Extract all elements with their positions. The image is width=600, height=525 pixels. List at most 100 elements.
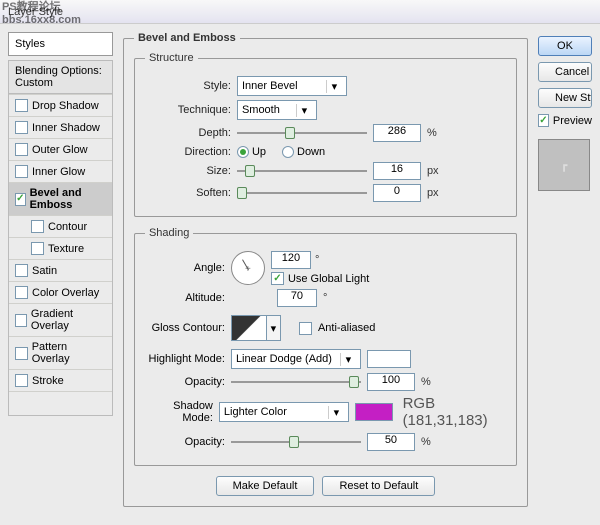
antialias-label: Anti-aliased bbox=[318, 322, 375, 334]
fx-item-texture[interactable]: Texture bbox=[9, 237, 112, 259]
angle-input[interactable]: 120 bbox=[271, 251, 311, 269]
fx-item-outer-glow[interactable]: Outer Glow bbox=[9, 138, 112, 160]
fx-label: Texture bbox=[48, 243, 84, 255]
preview-thumbnail: ┏ bbox=[538, 139, 590, 191]
chevron-down-icon: ▾ bbox=[328, 406, 344, 419]
technique-label: Technique: bbox=[145, 104, 231, 116]
reset-default-button[interactable]: Reset to Default bbox=[322, 476, 435, 496]
global-light-checkbox[interactable] bbox=[271, 272, 284, 285]
shadow-opacity-slider[interactable] bbox=[231, 435, 361, 449]
highlight-color-swatch[interactable] bbox=[367, 350, 411, 368]
fx-label: Inner Shadow bbox=[32, 122, 100, 134]
fx-label: Bevel and Emboss bbox=[30, 187, 106, 211]
shadow-opacity-input[interactable]: 50 bbox=[367, 433, 415, 451]
shadow-mode-dropdown[interactable]: Lighter Color▾ bbox=[219, 402, 349, 422]
size-label: Size: bbox=[145, 165, 231, 177]
fx-checkbox[interactable] bbox=[31, 220, 44, 233]
preview-label: Preview bbox=[553, 115, 592, 127]
angle-label: Angle: bbox=[145, 262, 225, 274]
style-dropdown[interactable]: Inner Bevel▾ bbox=[237, 76, 347, 96]
rgb-annotation: RGB (181,31,183) bbox=[403, 395, 506, 429]
highlight-opacity-label: Opacity: bbox=[145, 376, 225, 388]
antialias-checkbox[interactable] bbox=[299, 322, 312, 335]
chevron-down-icon: ▾ bbox=[340, 353, 356, 366]
direction-down-radio[interactable]: Down bbox=[282, 146, 325, 158]
fx-label: Contour bbox=[48, 221, 87, 233]
fx-checkbox[interactable] bbox=[15, 99, 28, 112]
chevron-down-icon[interactable]: ▾ bbox=[267, 315, 281, 341]
fx-label: Drop Shadow bbox=[32, 100, 99, 112]
bevel-emboss-group: Bevel and Emboss Structure Style: Inner … bbox=[123, 32, 528, 507]
fx-item-gradient-overlay[interactable]: Gradient Overlay bbox=[9, 303, 112, 336]
titlebar[interactable]: Layer Style bbox=[0, 0, 600, 24]
radio-on-icon bbox=[237, 146, 249, 158]
chevron-down-icon: ▾ bbox=[326, 80, 342, 93]
direction-label: Direction: bbox=[145, 146, 231, 158]
fx-checkbox[interactable] bbox=[15, 374, 28, 387]
preview-toggle[interactable]: Preview bbox=[538, 114, 592, 127]
shadow-color-swatch[interactable] bbox=[355, 403, 393, 421]
shadow-mode-label: Shadow Mode: bbox=[145, 400, 213, 424]
fx-label: Color Overlay bbox=[32, 287, 99, 299]
fx-label: Inner Glow bbox=[32, 166, 85, 178]
fx-checkbox[interactable] bbox=[15, 193, 26, 206]
soften-slider[interactable] bbox=[237, 186, 367, 200]
styles-header[interactable]: Styles bbox=[8, 32, 113, 56]
depth-input[interactable]: 286 bbox=[373, 124, 421, 142]
chevron-down-icon: ▾ bbox=[296, 104, 312, 117]
structure-group: Structure Style: Inner Bevel▾ Technique:… bbox=[134, 52, 517, 217]
angle-dial[interactable] bbox=[231, 251, 265, 285]
fx-checkbox[interactable] bbox=[15, 314, 27, 327]
fx-label: Stroke bbox=[32, 375, 64, 387]
new-style-button[interactable]: New Style bbox=[538, 88, 592, 108]
altitude-label: Altitude: bbox=[145, 292, 225, 304]
highlight-opacity-input[interactable]: 100 bbox=[367, 373, 415, 391]
styles-panel: Styles Blending Options: Custom Drop Sha… bbox=[8, 32, 113, 517]
fx-checkbox[interactable] bbox=[15, 165, 28, 178]
blending-options[interactable]: Blending Options: Custom bbox=[8, 60, 113, 94]
highlight-mode-dropdown[interactable]: Linear Dodge (Add)▾ bbox=[231, 349, 361, 369]
fx-item-color-overlay[interactable]: Color Overlay bbox=[9, 281, 112, 303]
depth-slider[interactable] bbox=[237, 126, 367, 140]
fx-item-inner-glow[interactable]: Inner Glow bbox=[9, 160, 112, 182]
preview-checkbox[interactable] bbox=[538, 114, 549, 127]
fx-item-stroke[interactable]: Stroke bbox=[9, 369, 112, 391]
fx-checkbox[interactable] bbox=[15, 143, 28, 156]
fx-item-contour[interactable]: Contour bbox=[9, 215, 112, 237]
fx-label: Pattern Overlay bbox=[32, 341, 106, 365]
fx-item-bevel-and-emboss[interactable]: Bevel and Emboss bbox=[9, 182, 112, 215]
size-slider[interactable] bbox=[237, 164, 367, 178]
ok-button[interactable]: OK bbox=[538, 36, 592, 56]
dialog-actions: OK Cancel New Style Preview ┏ bbox=[538, 32, 592, 517]
style-label: Style: bbox=[145, 80, 231, 92]
depth-label: Depth: bbox=[145, 127, 231, 139]
make-default-button[interactable]: Make Default bbox=[216, 476, 315, 496]
fx-label: Outer Glow bbox=[32, 144, 88, 156]
fx-checkbox[interactable] bbox=[15, 264, 28, 277]
size-input[interactable]: 16 bbox=[373, 162, 421, 180]
fx-checkbox[interactable] bbox=[15, 121, 28, 134]
cancel-button[interactable]: Cancel bbox=[538, 62, 592, 82]
fx-checkbox[interactable] bbox=[31, 242, 44, 255]
gloss-label: Gloss Contour: bbox=[145, 322, 225, 334]
fx-checkbox[interactable] bbox=[15, 286, 28, 299]
highlight-opacity-slider[interactable] bbox=[231, 375, 361, 389]
fx-item-inner-shadow[interactable]: Inner Shadow bbox=[9, 116, 112, 138]
fx-label: Satin bbox=[32, 265, 57, 277]
gloss-contour-picker[interactable] bbox=[231, 315, 267, 341]
bevel-title: Bevel and Emboss bbox=[134, 32, 240, 44]
altitude-input[interactable]: 70 bbox=[277, 289, 317, 307]
shadow-opacity-label: Opacity: bbox=[145, 436, 225, 448]
watermark: PS教程论坛bbs.16xx8.com bbox=[0, 0, 83, 28]
soften-input[interactable]: 0 bbox=[373, 184, 421, 202]
direction-up-radio[interactable]: Up bbox=[237, 146, 266, 158]
fx-checkbox[interactable] bbox=[15, 347, 28, 360]
fx-item-pattern-overlay[interactable]: Pattern Overlay bbox=[9, 336, 112, 369]
technique-dropdown[interactable]: Smooth▾ bbox=[237, 100, 317, 120]
global-light-label: Use Global Light bbox=[288, 273, 369, 285]
fx-item-drop-shadow[interactable]: Drop Shadow bbox=[9, 94, 112, 116]
fx-item-satin[interactable]: Satin bbox=[9, 259, 112, 281]
shading-legend: Shading bbox=[145, 227, 193, 239]
highlight-mode-label: Highlight Mode: bbox=[145, 353, 225, 365]
structure-legend: Structure bbox=[145, 52, 198, 64]
